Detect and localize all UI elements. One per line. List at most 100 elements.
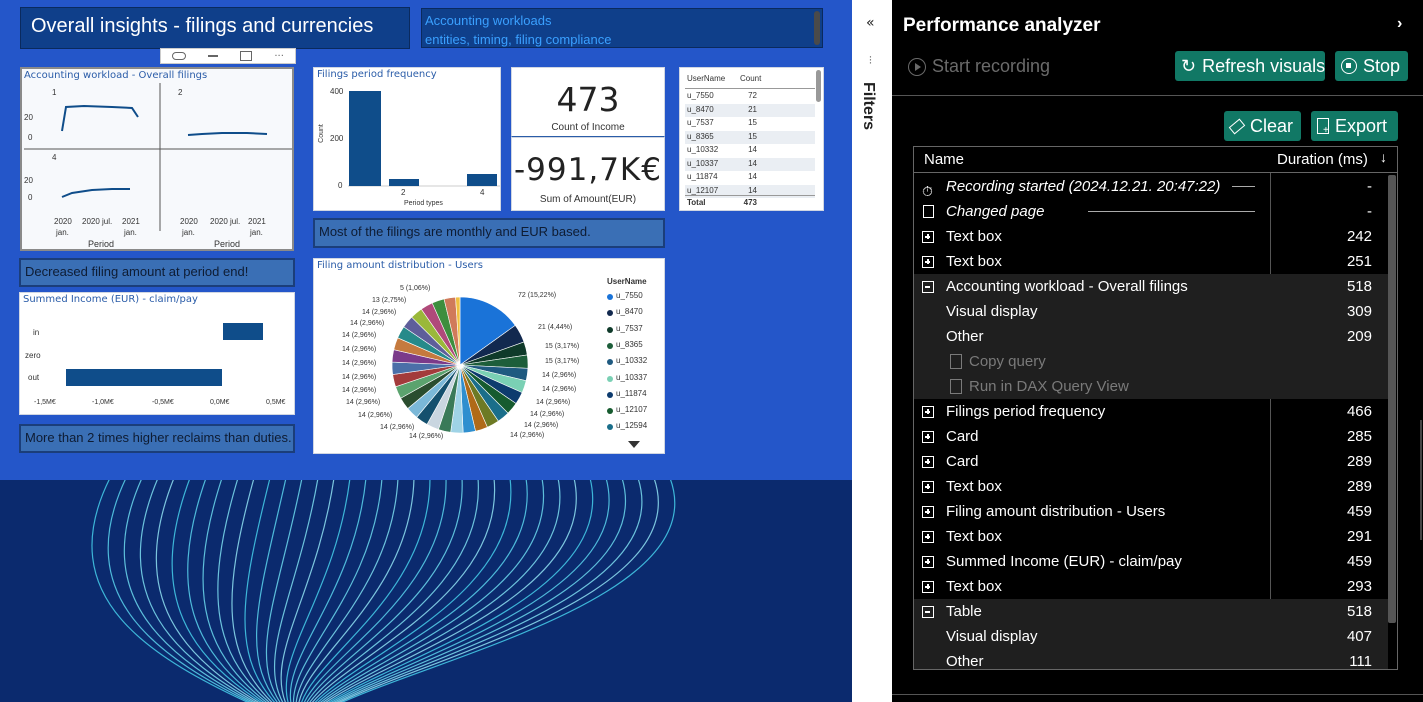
legend-dot — [607, 342, 613, 349]
perf-scrollbar[interactable] — [1388, 175, 1396, 623]
refresh-visuals-button[interactable]: ↻ Refresh visuals — [1175, 51, 1325, 81]
more-options-icon[interactable]: ··· — [274, 51, 284, 62]
expand-icon[interactable] — [922, 556, 934, 568]
subtitle-scrollbar[interactable] — [814, 11, 820, 45]
close-pane-icon[interactable]: › — [1397, 15, 1402, 33]
table-row[interactable]: u_10332 14 — [685, 144, 815, 157]
report-subtitle[interactable]: Accounting workloads entities, timing, f… — [421, 8, 823, 48]
perf-row[interactable]: Filing amount distribution - Users 459 — [914, 499, 1388, 524]
table-row[interactable]: u_8470 21 — [685, 103, 815, 117]
perf-row[interactable]: Card 289 — [914, 449, 1388, 474]
export-button[interactable]: + Export — [1311, 111, 1398, 141]
col-name-header[interactable]: Name — [924, 151, 964, 168]
table-col-count[interactable]: Count — [740, 74, 761, 83]
workload-line-4 — [61, 188, 130, 198]
perf-row[interactable]: ⏱ Recording started (2024.12.21. 20:47:22… — [914, 174, 1388, 199]
pie-data-label: 5 (1,06%) — [400, 285, 431, 292]
legend-item[interactable]: u_7537 — [616, 324, 643, 333]
x-tick-b2: 2020 jul. — [210, 217, 241, 226]
expand-icon[interactable] — [922, 406, 934, 418]
sort-down-icon[interactable]: ↓ — [1380, 149, 1387, 165]
workload-visual[interactable]: Accounting workload - Overall filings 1 … — [20, 67, 294, 251]
collapse-filters-icon[interactable]: « — [866, 15, 875, 31]
filters-pane[interactable]: « ⫶ Filters — [852, 0, 892, 702]
perf-row[interactable]: Other 209 — [914, 324, 1388, 349]
collapse-icon[interactable] — [922, 281, 934, 293]
focus-mode-icon[interactable] — [240, 51, 253, 61]
legend-item[interactable]: u_12107 — [616, 405, 647, 414]
expand-icon[interactable] — [922, 531, 934, 543]
perf-row[interactable]: Card 285 — [914, 424, 1388, 449]
expand-icon[interactable] — [922, 231, 934, 243]
filter-icon[interactable] — [172, 52, 187, 60]
pie-data-label: 15 (3,17%) — [545, 343, 580, 350]
count-card[interactable]: 473 Count of Income — [511, 67, 665, 137]
perf-row[interactable]: Accounting workload - Overall filings 518 — [914, 274, 1388, 299]
table-col-username[interactable]: UserName — [687, 74, 725, 83]
table-row[interactable]: u_7550 72 — [685, 90, 815, 103]
perf-row[interactable]: Run in DAX Query View — [914, 374, 1388, 399]
frequency-visual[interactable]: Filings period frequency 400 200 0 2 4 P… — [313, 67, 501, 211]
expand-icon[interactable] — [922, 256, 934, 268]
table-row[interactable]: u_11874 14 — [685, 171, 815, 184]
monthly-textbox[interactable]: Most of the filings are monthly and EUR … — [313, 218, 665, 248]
perf-row[interactable]: Text box 289 — [914, 474, 1388, 499]
table-scrollbar[interactable] — [816, 70, 821, 102]
refresh-icon: ↻ — [1181, 56, 1197, 76]
perf-title: Performance analyzer — [903, 15, 1101, 36]
amount-card[interactable]: -991,7K€ Sum of Amount(EUR) — [511, 137, 665, 211]
perf-row[interactable]: Visual display 407 — [914, 624, 1388, 649]
perf-row-duration: 518 — [1346, 278, 1372, 295]
legend-item[interactable]: u_10332 — [616, 356, 647, 365]
decreased-textbox[interactable]: Decreased filing amount at period end! — [19, 258, 295, 287]
user-table-visual[interactable]: UserName Count u_7550 72 u_8470 21 u_7537 15 u… — [679, 67, 824, 211]
legend-item[interactable]: u_11874 — [616, 389, 647, 398]
table-row[interactable]: u_8365 15 — [685, 130, 815, 144]
amount-card-label: Sum of Amount(EUR) — [539, 194, 637, 205]
perf-row[interactable]: Text box 251 — [914, 249, 1388, 274]
expand-icon[interactable] — [922, 431, 934, 443]
reclaims-textbox[interactable]: More than 2 times higher reclaims than d… — [19, 424, 295, 453]
table-cell-count: 14 — [748, 145, 757, 154]
table-row[interactable]: u_10337 14 — [685, 157, 815, 171]
legend-item[interactable]: u_8365 — [616, 340, 643, 349]
drill-icon[interactable] — [208, 55, 219, 57]
expand-icon[interactable] — [922, 581, 934, 593]
expand-icon[interactable] — [922, 506, 934, 518]
y-tick-0-a: 0 — [28, 133, 33, 142]
expand-icon[interactable] — [922, 456, 934, 468]
pie-visual[interactable]: Filing amount distribution - Users UserN… — [313, 258, 665, 454]
perf-row-name: Text box — [946, 253, 1002, 270]
expand-icon[interactable] — [922, 481, 934, 493]
legend-item[interactable]: u_12594 — [616, 421, 647, 430]
table-row[interactable]: u_7537 15 — [685, 117, 815, 130]
perf-row[interactable]: Text box 291 — [914, 524, 1388, 549]
report-title[interactable]: Overall insights - filings and currencie… — [20, 7, 410, 49]
perf-row[interactable]: Table 518 — [914, 599, 1388, 624]
legend-item[interactable]: u_10337 — [616, 373, 647, 382]
perf-row[interactable]: Copy query — [914, 349, 1388, 374]
perf-row[interactable]: Changed page - — [914, 199, 1388, 224]
y-tick-0-b: 0 — [28, 193, 33, 202]
play-icon — [908, 57, 926, 76]
col-duration-header[interactable]: Duration (ms) — [1277, 151, 1368, 168]
legend-more-icon[interactable] — [628, 441, 640, 448]
stop-button[interactable]: Stop — [1335, 51, 1408, 81]
pie-data-label: 15 (3,17%) — [545, 358, 580, 365]
start-recording-button[interactable]: Start recording — [908, 56, 1050, 77]
perf-row[interactable]: Filings period frequency 466 — [914, 399, 1388, 424]
perf-row[interactable]: Other 111 — [914, 649, 1388, 669]
legend-item[interactable]: u_8470 — [616, 307, 643, 316]
freq-bar-3 — [467, 174, 497, 186]
filters-label[interactable]: Filters — [859, 82, 877, 130]
perf-row[interactable]: Text box 242 — [914, 224, 1388, 249]
clear-button[interactable]: Clear — [1224, 111, 1301, 141]
perf-row[interactable]: Visual display 309 — [914, 299, 1388, 324]
perf-row-name: Text box — [946, 528, 1002, 545]
perf-row-name: Copy query — [969, 353, 1046, 370]
perf-row[interactable]: Summed Income (EUR) - claim/pay 459 — [914, 549, 1388, 574]
perf-row[interactable]: Text box 293 — [914, 574, 1388, 599]
income-visual[interactable]: Summed Income (EUR) - claim/pay in zero … — [19, 292, 295, 415]
collapse-icon[interactable] — [922, 606, 934, 618]
legend-item[interactable]: u_7550 — [616, 291, 643, 300]
